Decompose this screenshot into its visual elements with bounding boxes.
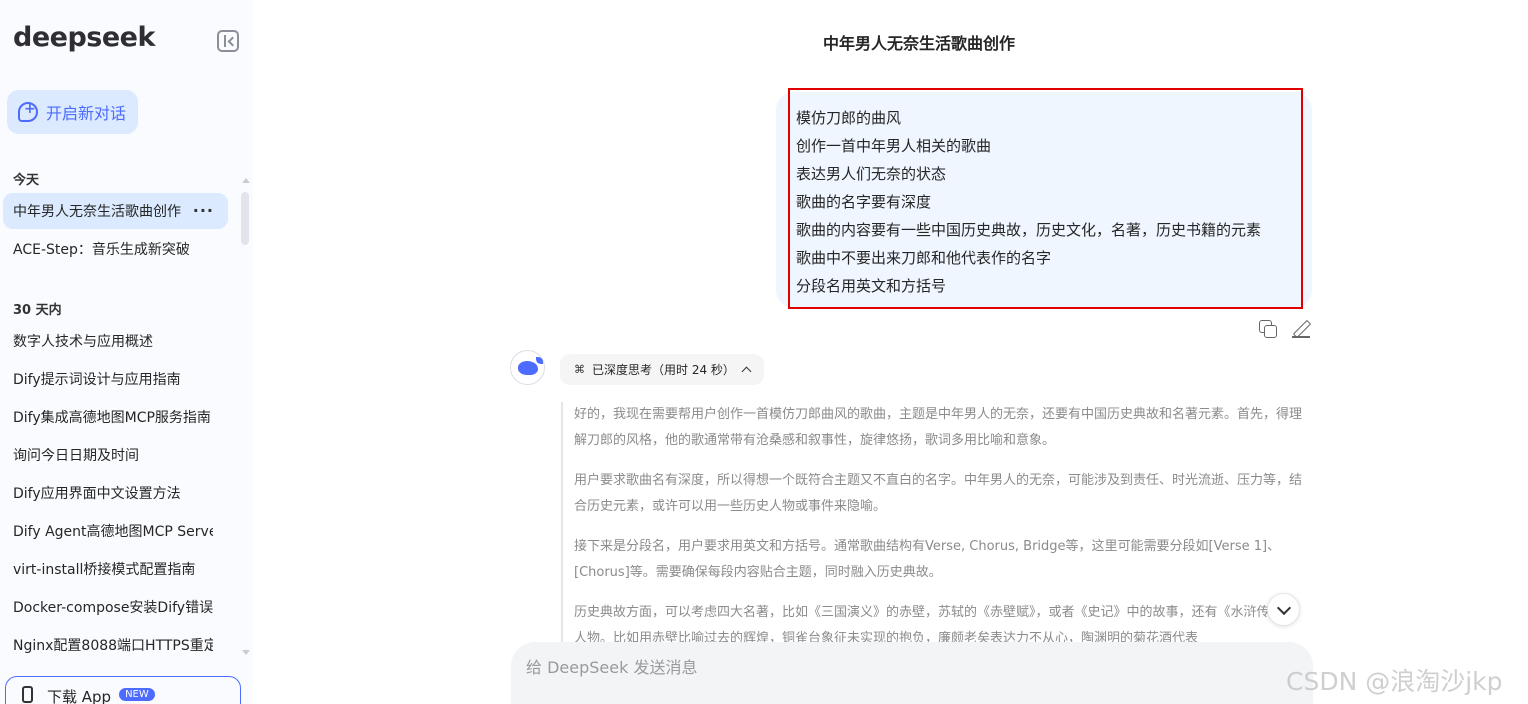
thinking-content: 好的，我现在需要帮用户创作一首模仿刀郎曲风的歌曲，主题是中年男人的无奈，还要有中… [561, 402, 1306, 662]
chat-item-label: 中年男人无奈生活歌曲创作 [13, 204, 181, 220]
chat-item-label: virt-install桥接模式配置指南 [13, 562, 196, 578]
phone-icon [22, 686, 33, 703]
chat-item-label: Dify集成高德地图MCP服务指南 [13, 410, 211, 426]
sidebar-chat-item[interactable]: 询问今日日期及时间 [3, 437, 228, 473]
sidebar-scrollbar[interactable] [241, 192, 249, 245]
sidebar-chat-item[interactable]: Nginx配置8088端口HTTPS重定 [3, 627, 228, 663]
thinking-paragraph: 用户要求歌曲名有深度，所以得想一个既符合主题又不直白的名字。中年男人的无奈，可能… [574, 473, 1303, 514]
deepseek-avatar [510, 350, 545, 385]
download-app-label: 下载 App [47, 688, 112, 704]
highlight-frame [788, 88, 1303, 309]
app-window: deepseek 开启新对话 今天 中年男人无奈生活歌曲创作 ··· ACE-S… [0, 0, 1528, 704]
section-title-30-days: 30 天内 [13, 303, 62, 318]
sidebar-chat-item[interactable]: Dify提示词设计与应用指南 [3, 361, 228, 397]
watermark: CSDN @浪淘沙jkp [1286, 667, 1503, 696]
message-input-box [511, 642, 1313, 704]
copy-icon[interactable] [1259, 320, 1277, 338]
sidebar-chat-item[interactable]: Dify应用界面中文设置方法 [3, 475, 228, 511]
think-icon: ⌘ [574, 363, 585, 376]
chat-item-label: Dify Agent高德地图MCP Server [13, 524, 213, 540]
whale-icon [517, 356, 543, 375]
chat-item-label: Dify应用界面中文设置方法 [13, 486, 181, 502]
deep-think-toggle[interactable]: ⌘ 已深度思考（用时 24 秒） [560, 354, 764, 385]
message-input[interactable] [526, 654, 1226, 680]
thinking-paragraph: 接下来是分段名，用户要求用英文和方括号。通常歌曲结构有Verse, Chorus… [574, 539, 1281, 580]
new-chat-icon [18, 101, 38, 122]
chat-item-label: 数字人技术与应用概述 [13, 334, 153, 350]
sidebar-chat-item[interactable]: virt-install桥接模式配置指南 [3, 551, 228, 587]
sidebar-chat-item[interactable]: 数字人技术与应用概述 [3, 323, 228, 359]
sidebar-chat-item[interactable]: Dify Agent高德地图MCP Server [3, 513, 228, 549]
chat-item-label: 询问今日日期及时间 [13, 448, 139, 464]
scroll-down-arrow-icon[interactable] [242, 650, 250, 655]
chat-item-label: Dify提示词设计与应用指南 [13, 372, 181, 388]
sidebar: deepseek 开启新对话 今天 中年男人无奈生活歌曲创作 ··· ACE-S… [0, 0, 253, 704]
sidebar-chat-item[interactable]: ACE-Step：音乐生成新突破 [3, 231, 228, 267]
thinking-paragraph: 好的，我现在需要帮用户创作一首模仿刀郎曲风的歌曲，主题是中年男人的无奈，还要有中… [574, 407, 1303, 448]
conversation-title: 中年男人无奈生活歌曲创作 [822, 34, 1015, 53]
new-badge: NEW [119, 688, 155, 701]
chat-item-label: Docker-compose安装Dify错误 [13, 600, 213, 616]
more-options-icon[interactable]: ··· [193, 201, 214, 220]
edit-icon[interactable] [1292, 320, 1310, 338]
sidebar-chat-item[interactable]: Dify集成高德地图MCP服务指南 [3, 399, 228, 435]
chat-item-label: Nginx配置8088端口HTTPS重定 [13, 638, 213, 654]
sidebar-chat-item-active[interactable]: 中年男人无奈生活歌曲创作 ··· [3, 193, 228, 229]
new-chat-label: 开启新对话 [46, 104, 127, 123]
chevron-up-icon [741, 366, 752, 377]
scroll-up-arrow-icon[interactable] [242, 178, 250, 183]
scroll-to-bottom-button[interactable] [1267, 593, 1300, 626]
sidebar-chat-item[interactable]: Docker-compose安装Dify错误 [3, 589, 228, 625]
think-label: 已深度思考（用时 24 秒） [592, 363, 735, 377]
new-chat-button[interactable]: 开启新对话 [7, 90, 138, 134]
chat-item-label: ACE-Step：音乐生成新突破 [13, 242, 190, 258]
section-title-today: 今天 [13, 173, 40, 188]
download-app-button[interactable]: 下载 App NEW [5, 676, 241, 704]
